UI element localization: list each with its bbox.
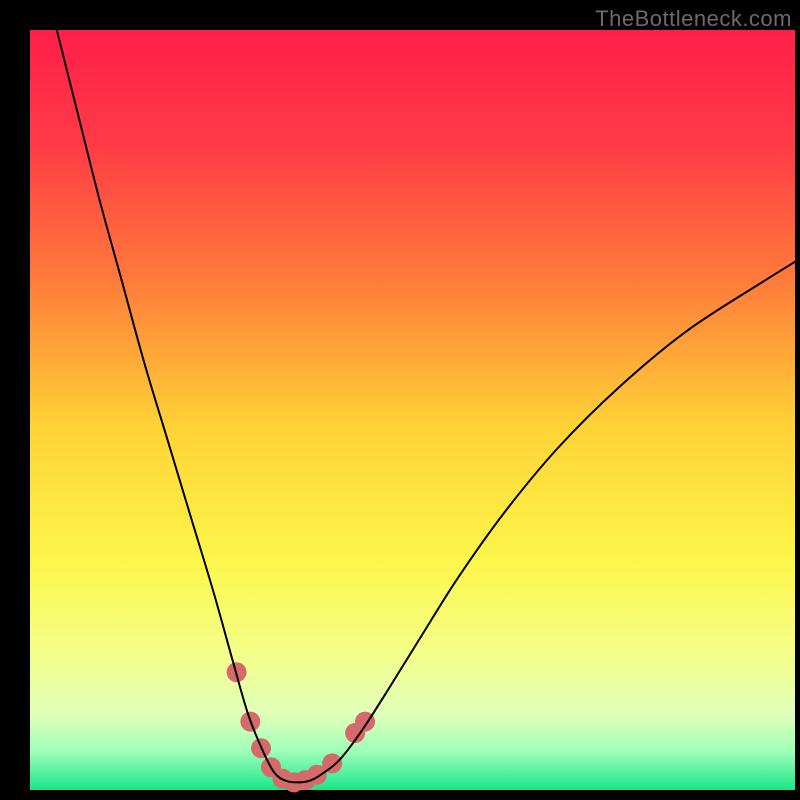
- highlight-dot: [322, 753, 342, 773]
- plot-background: [30, 30, 795, 790]
- bottleneck-chart: [0, 0, 800, 800]
- watermark-label: TheBottleneck.com: [595, 6, 792, 32]
- chart-frame: TheBottleneck.com: [0, 0, 800, 800]
